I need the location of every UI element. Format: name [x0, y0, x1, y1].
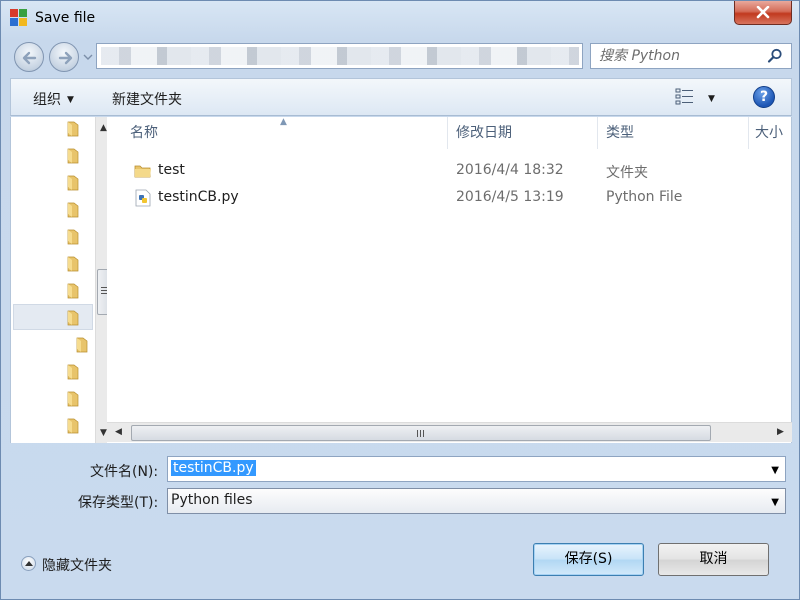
chevron-down-icon[interactable]: ▼ [771, 497, 779, 508]
scroll-right-icon[interactable]: ▶ [777, 427, 784, 437]
sort-ascending-icon: ▲ [280, 117, 287, 127]
forward-button[interactable] [49, 42, 79, 72]
file-date: 2016/4/4 18:32 [456, 162, 564, 178]
python-file-icon [135, 189, 151, 207]
save-file-dialog: Save file 组织 ▼ 新建文件夹 [0, 0, 800, 600]
back-button[interactable] [14, 42, 44, 72]
chevron-down-icon: ▼ [67, 95, 74, 105]
close-icon [756, 6, 770, 19]
nav-folder-icon[interactable] [66, 391, 80, 407]
filename-label: 文件名(N): [90, 464, 159, 480]
folder-icon [134, 165, 151, 178]
filetype-label: 保存类型(T): [78, 495, 159, 511]
filetype-select[interactable]: Python files ▼ [167, 488, 786, 514]
file-scroll-thumb[interactable] [131, 425, 711, 441]
nav-folder-icon[interactable] [66, 229, 80, 245]
nav-folder-icon[interactable] [66, 175, 80, 191]
nav-folder-icon[interactable] [66, 256, 80, 272]
nav-folder-icon[interactable] [66, 121, 80, 137]
cancel-button[interactable]: 取消 [658, 543, 769, 576]
scroll-up-icon[interactable]: ▲ [100, 123, 107, 133]
column-divider[interactable] [748, 117, 749, 149]
hide-folders-label: 隐藏文件夹 [42, 558, 112, 574]
search-input[interactable] [591, 44, 761, 68]
address-path-blurred [101, 47, 579, 65]
save-button[interactable]: 保存(S) [533, 543, 644, 576]
chevron-down-icon[interactable]: ▼ [771, 465, 779, 476]
file-type: 文件夹 [606, 165, 648, 181]
filetype-value: Python files [171, 492, 253, 508]
filename-field[interactable]: testinCB.py ▼ [167, 456, 786, 482]
organize-label: 组织 [33, 92, 61, 108]
column-header-type[interactable]: 类型 [606, 117, 634, 149]
nav-folder-icon[interactable] [66, 310, 80, 326]
arrow-right-icon [58, 51, 73, 65]
column-divider[interactable] [447, 117, 448, 149]
search-box[interactable] [590, 43, 792, 69]
help-icon[interactable]: ? [753, 86, 775, 108]
app-icon [10, 9, 27, 26]
recent-locations-dropdown[interactable] [83, 53, 93, 61]
file-date: 2016/4/5 13:19 [456, 189, 564, 205]
nav-folder-icon[interactable] [66, 283, 80, 299]
nav-folder-icon[interactable] [66, 418, 80, 434]
new-folder-button[interactable]: 新建文件夹 [112, 89, 182, 109]
file-type: Python File [606, 189, 683, 205]
title-bar[interactable]: Save file [1, 1, 799, 35]
view-details-icon[interactable] [675, 88, 695, 106]
window-title: Save file [35, 10, 96, 26]
nav-folder-icon[interactable] [66, 148, 80, 164]
table-row[interactable]: test 2016/4/4 18:32 文件夹 [125, 158, 765, 184]
filename-input[interactable]: testinCB.py [171, 460, 256, 476]
organize-menu[interactable]: 组织 ▼ [33, 89, 74, 109]
search-icon[interactable] [767, 48, 783, 64]
command-bar: 组织 ▼ 新建文件夹 ▼ ? [10, 78, 792, 116]
scroll-down-icon[interactable]: ▼ [100, 428, 107, 438]
file-horizontal-scrollbar[interactable]: ◀ ▶ [107, 422, 792, 442]
nav-folder-icon[interactable] [75, 337, 89, 353]
collapse-up-icon[interactable] [21, 556, 36, 571]
nav-folder-icon[interactable] [66, 364, 80, 380]
column-header-name[interactable]: 名称 [130, 117, 158, 149]
nav-selected-item[interactable] [13, 304, 93, 330]
file-name: test [158, 162, 185, 178]
address-bar[interactable] [96, 43, 583, 69]
scroll-left-icon[interactable]: ◀ [115, 427, 122, 437]
column-header-size[interactable]: 大小 [755, 117, 783, 149]
table-row[interactable]: testinCB.py 2016/4/5 13:19 Python File [125, 185, 765, 211]
close-button[interactable] [734, 1, 792, 25]
column-divider[interactable] [597, 117, 598, 149]
nav-folder-icon[interactable] [66, 202, 80, 218]
arrow-left-icon [22, 51, 37, 65]
file-list: ▲ 名称 修改日期 类型 大小 test 2016/4/4 18:32 文件夹 … [107, 117, 792, 443]
column-header-date[interactable]: 修改日期 [456, 117, 512, 149]
file-name: testinCB.py [158, 189, 239, 205]
view-options-dropdown-icon[interactable]: ▼ [708, 94, 715, 104]
navigation-pane: ▲ ▼ [10, 117, 113, 443]
